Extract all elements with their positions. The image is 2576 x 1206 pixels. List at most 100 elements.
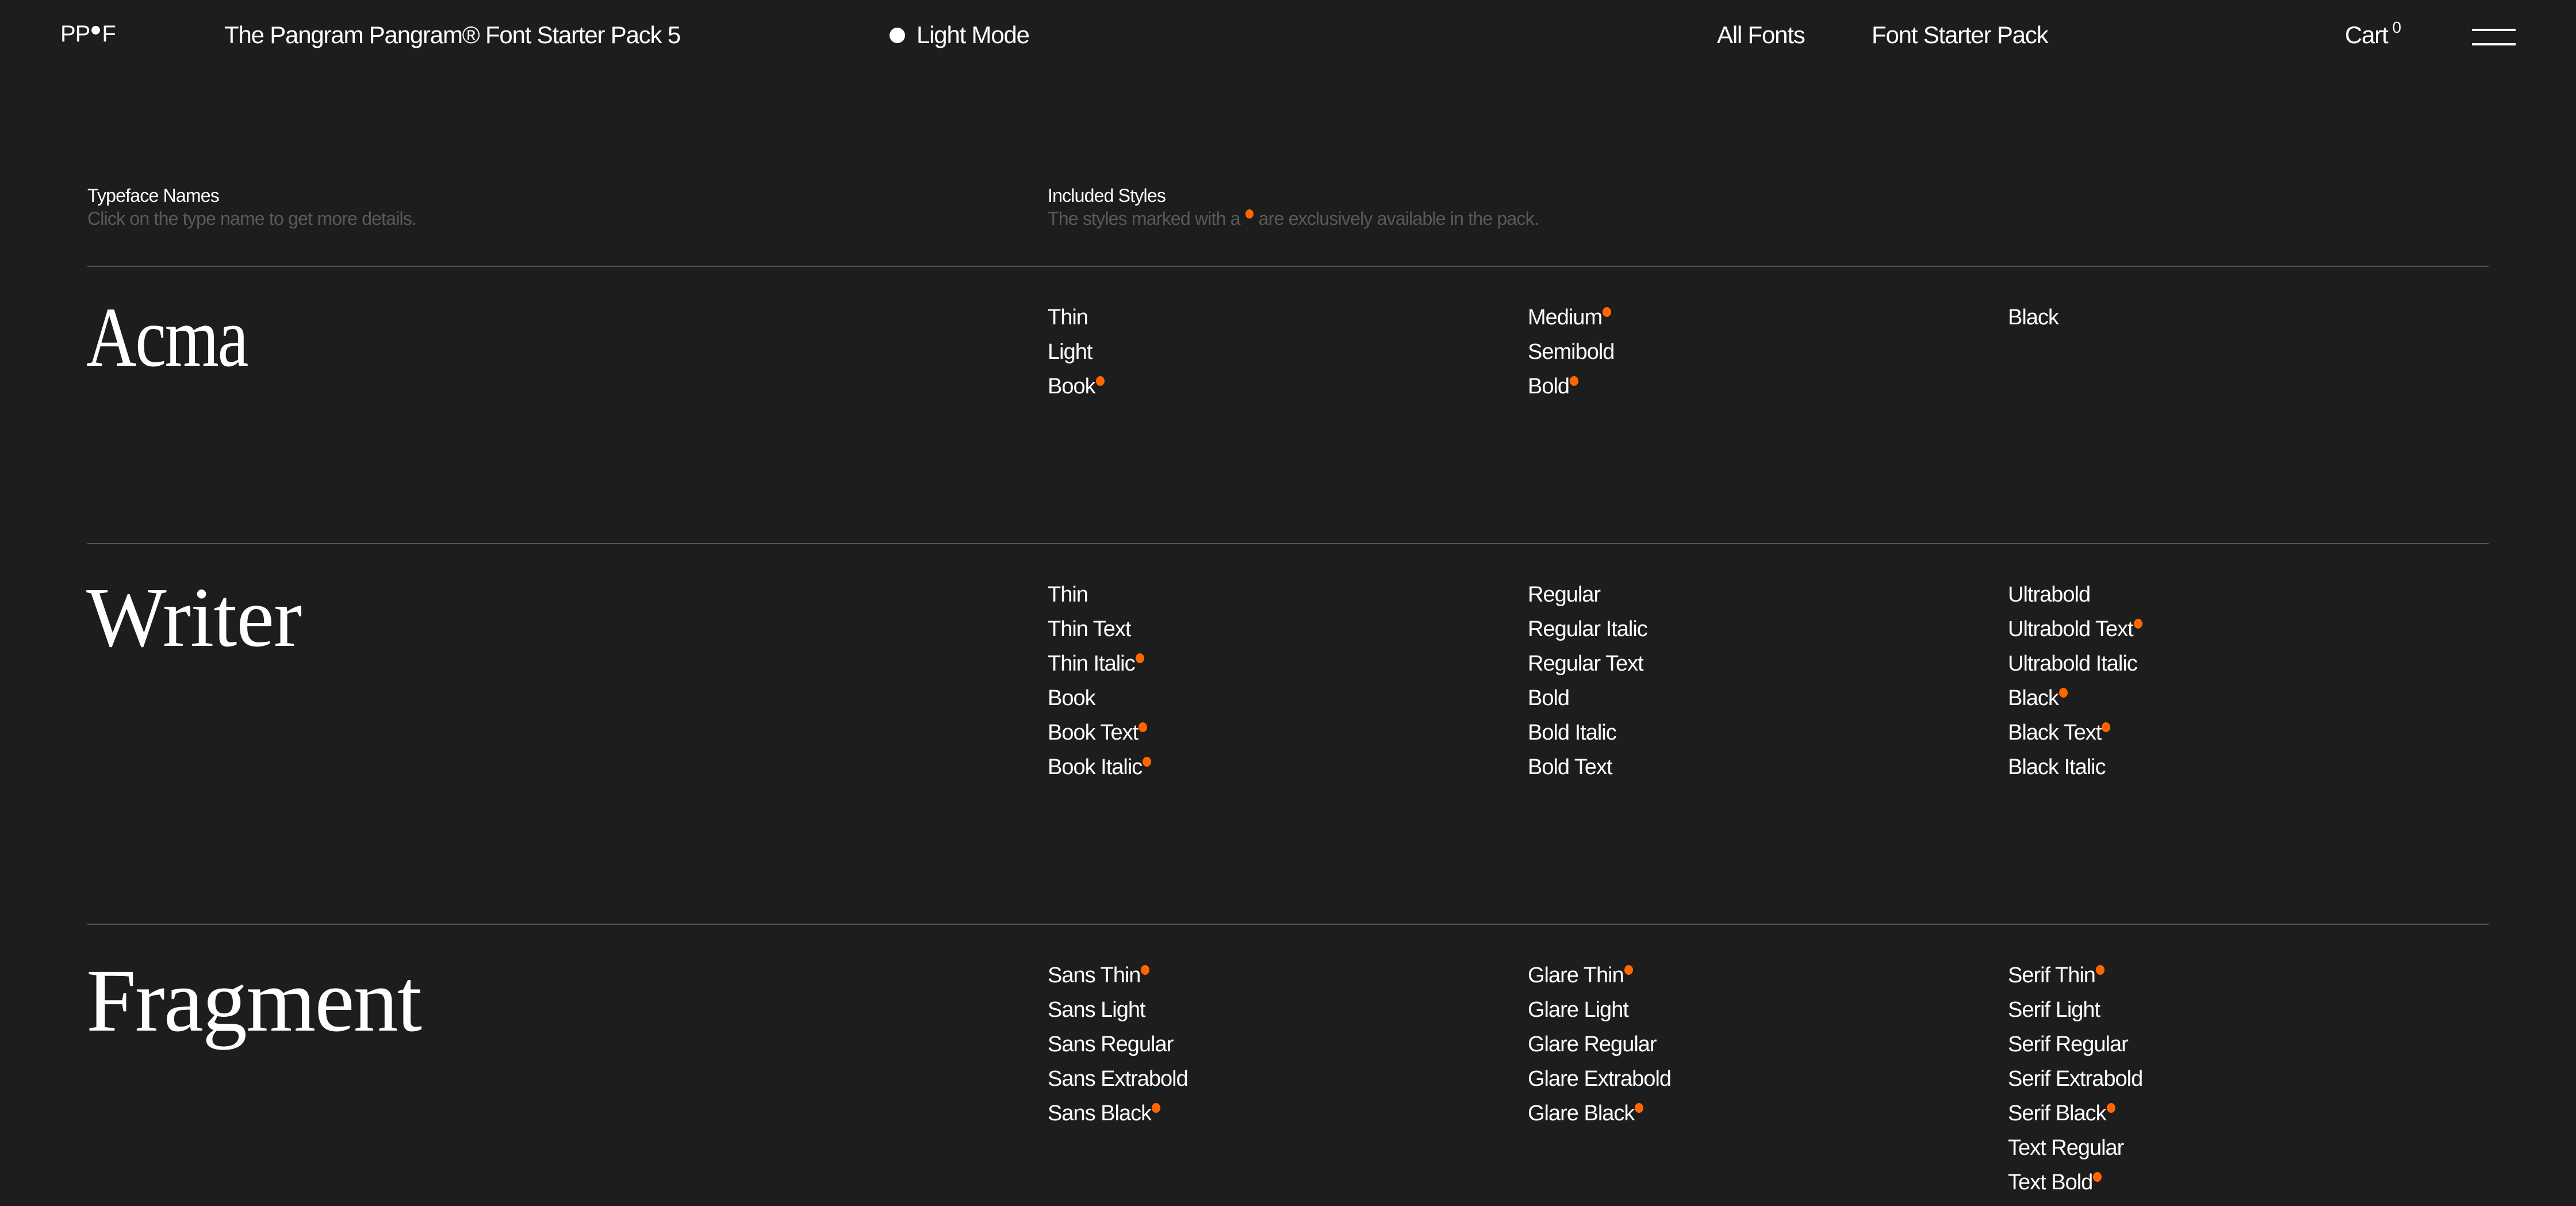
style-item[interactable]: Text Regular xyxy=(2008,1137,2142,1171)
style-item[interactable]: Medium xyxy=(1528,307,1614,341)
style-item[interactable]: Book Text xyxy=(1048,722,1151,756)
style-item[interactable]: Glare Black xyxy=(1528,1102,1671,1137)
exclusive-dot-icon xyxy=(2106,1103,2115,1113)
style-label: Black Text xyxy=(2008,721,2102,745)
style-item[interactable]: Ultrabold xyxy=(2008,584,2142,618)
style-label: Glare Thin xyxy=(1528,963,1624,987)
logo[interactable]: PP F xyxy=(60,22,116,45)
style-label: Sans Black xyxy=(1048,1101,1152,1125)
style-item[interactable]: Bold xyxy=(1528,687,1647,722)
style-item[interactable]: Glare Thin xyxy=(1528,964,1671,999)
style-item[interactable]: Bold xyxy=(1528,376,1614,410)
exclusive-dot-icon xyxy=(1635,1103,1644,1113)
style-label: Sans Extrabold xyxy=(1048,1067,1189,1091)
style-item[interactable]: Book xyxy=(1048,376,1105,410)
included-styles-hint: The styles marked with a are exclusively … xyxy=(1048,209,1539,228)
logo-text-left: PP xyxy=(60,21,90,47)
cart-button[interactable]: Cart 0 xyxy=(2345,20,2401,48)
nav-font-starter-pack[interactable]: Font Starter Pack xyxy=(1872,23,2049,47)
style-label: Glare Black xyxy=(1528,1101,1635,1125)
style-label: Ultrabold Italic xyxy=(2008,652,2138,676)
styles-column: Black xyxy=(2008,307,2059,341)
style-item[interactable]: Ultrabold Italic xyxy=(2008,653,2142,687)
style-item[interactable]: Bold Italic xyxy=(1528,722,1647,756)
style-label: Glare Light xyxy=(1528,998,1629,1022)
included-styles-heading: Included Styles xyxy=(1048,185,1166,206)
style-item[interactable]: Thin xyxy=(1048,307,1105,341)
page-title: The Pangram Pangram® Font Starter Pack 5 xyxy=(224,21,681,48)
style-label: Serif Thin xyxy=(2008,963,2096,987)
style-label: Text Bold xyxy=(2008,1170,2093,1194)
exclusive-dot-icon xyxy=(1141,965,1150,975)
style-label: Thin Italic xyxy=(1048,652,1136,676)
style-label: Bold Text xyxy=(1528,755,1613,779)
style-item[interactable]: Regular Text xyxy=(1528,653,1647,687)
included-styles-hint-before: The styles marked with a xyxy=(1048,208,1241,229)
style-item[interactable]: Glare Extrabold xyxy=(1528,1068,1672,1102)
style-item[interactable]: Serif Extrabold xyxy=(2008,1068,2143,1102)
style-label: Black Italic xyxy=(2008,755,2106,779)
style-label: Bold xyxy=(1528,686,1570,710)
style-item[interactable]: Sans Extrabold xyxy=(1048,1067,1189,1102)
style-item[interactable]: Thin xyxy=(1048,584,1151,618)
styles-column: Thin Thin Text Thin Italic Book Book Text Boo… xyxy=(1048,584,1152,791)
style-item[interactable]: Book xyxy=(1048,687,1151,722)
nav-all-fonts[interactable]: All Fonts xyxy=(1717,23,1805,47)
styles-column: Sans Thin Sans Light Sans Regular Sans Extr… xyxy=(1048,964,1189,1137)
style-label: Bold Italic xyxy=(1528,721,1617,745)
family-name-acma[interactable]: Acma xyxy=(86,295,248,380)
style-item[interactable]: Glare Light xyxy=(1528,999,1671,1033)
style-item[interactable]: Text Bold xyxy=(2008,1171,2142,1206)
style-item[interactable]: Sans Light xyxy=(1048,999,1188,1033)
style-label: Black xyxy=(2008,686,2059,710)
style-item[interactable]: Thin Italic xyxy=(1048,653,1151,687)
style-item[interactable]: Serif Regular xyxy=(2008,1033,2142,1068)
style-item[interactable]: Serif Thin xyxy=(2008,964,2142,999)
style-label: Book Text xyxy=(1048,721,1138,745)
style-item[interactable]: Bold Text xyxy=(1528,756,1647,791)
styles-column: Regular Regular Italic Regular Text Bold Bol… xyxy=(1528,584,1648,791)
divider xyxy=(87,543,2489,544)
logo-text-right: F xyxy=(102,21,116,47)
style-label: Thin Text xyxy=(1048,617,1131,641)
style-label: Sans Thin xyxy=(1048,963,1141,987)
style-label: Medium xyxy=(1528,305,1603,330)
style-item[interactable]: Black Text xyxy=(2008,722,2142,756)
light-mode-toggle[interactable]: Light Mode xyxy=(890,23,1030,47)
style-item[interactable]: Thin Text xyxy=(1048,618,1151,653)
style-item[interactable]: Glare Regular xyxy=(1528,1033,1671,1068)
style-item[interactable]: Sans Regular xyxy=(1048,1033,1188,1068)
family-name-writer[interactable]: Writer xyxy=(86,575,302,660)
style-label: Book Italic xyxy=(1048,755,1143,779)
style-item[interactable]: Ultrabold Text xyxy=(2008,618,2142,653)
cart-label: Cart xyxy=(2345,21,2389,48)
style-item[interactable]: Regular xyxy=(1528,584,1647,618)
style-item[interactable]: Light xyxy=(1048,341,1105,376)
typeface-names-hint: Click on the type name to get more detai… xyxy=(87,208,417,229)
exclusive-dot-icon xyxy=(1138,722,1148,732)
style-label: Regular Text xyxy=(1528,652,1644,676)
style-label: Sans Regular xyxy=(1048,1032,1174,1056)
family-name-fragment[interactable]: Fragment xyxy=(86,956,422,1046)
style-item[interactable]: Book Italic xyxy=(1048,755,1152,791)
style-label: Regular Italic xyxy=(1528,617,1648,641)
logo-dot-icon xyxy=(91,25,101,35)
exclusive-dot-icon xyxy=(2058,688,2068,698)
style-item[interactable]: Semibold xyxy=(1528,341,1615,376)
typeface-names-heading: Typeface Names xyxy=(87,185,220,206)
styles-column: Thin Light Book xyxy=(1048,307,1105,410)
exclusive-dot-icon xyxy=(1095,376,1105,386)
included-styles-hint-after: are exclusively available in the pack. xyxy=(1258,208,1539,229)
style-item[interactable]: Black xyxy=(2008,687,2142,722)
style-item[interactable]: Black xyxy=(2008,307,2059,341)
style-label: Bold xyxy=(1528,374,1570,399)
style-item[interactable]: Serif Black xyxy=(2008,1102,2142,1137)
style-item[interactable]: Sans Thin xyxy=(1048,964,1188,999)
style-label: Text Regular xyxy=(2008,1136,2124,1160)
style-item[interactable]: Serif Light xyxy=(2008,999,2142,1033)
style-item[interactable]: Regular Italic xyxy=(1528,617,1648,653)
style-label: Sans Light xyxy=(1048,998,1146,1022)
style-item[interactable]: Sans Black xyxy=(1048,1102,1188,1137)
style-item[interactable]: Black Italic xyxy=(2008,756,2142,791)
menu-icon[interactable] xyxy=(2472,28,2516,47)
